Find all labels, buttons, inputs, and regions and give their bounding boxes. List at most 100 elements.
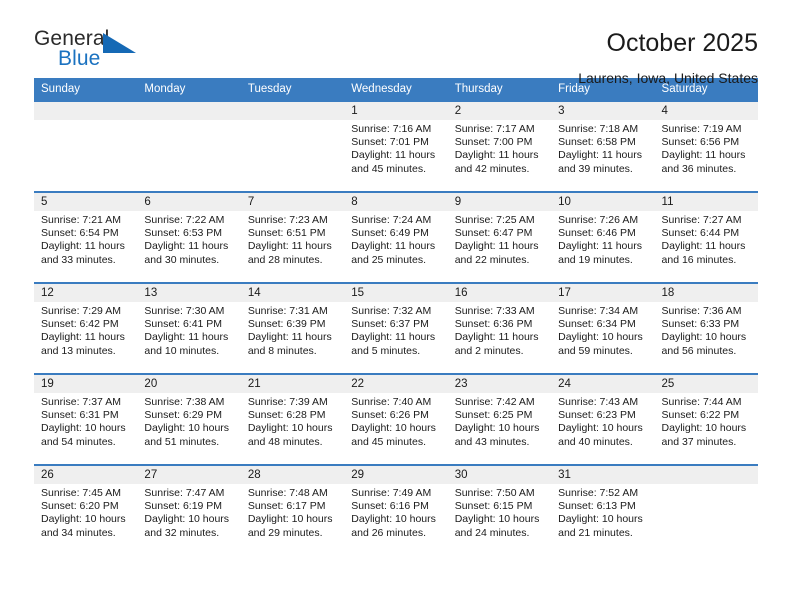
day-cell-inner: 4 Sunrise: 7:19 AM Sunset: 6:56 PM Daylight… (654, 102, 758, 191)
day-details: Sunrise: 7:21 AM Sunset: 6:54 PM Daylight:… (34, 211, 137, 267)
calendar-week-row: 19 Sunrise: 7:37 AM Sunset: 6:31 PM Dayligh… (34, 373, 758, 465)
calendar-day-cell[interactable]: 20 Sunrise: 7:38 AM Sunset: 6:29 PM Dayligh… (137, 373, 241, 465)
general-blue-logo[interactable]: General Blue (34, 28, 154, 74)
calendar-day-cell[interactable]: 18 Sunrise: 7:36 AM Sunset: 6:33 PM Dayligh… (654, 282, 758, 374)
daylight-duration-line2: and 51 minutes. (144, 435, 220, 448)
calendar-page: General Blue October 2025 Laurens, Iowa,… (0, 0, 792, 612)
sunset-time: Sunset: 6:15 PM (454, 500, 533, 513)
calendar-day-cell[interactable]: 7 Sunrise: 7:23 AM Sunset: 6:51 PM Daylight… (240, 191, 345, 283)
calendar-day-cell[interactable]: 25 Sunrise: 7:44 AM Sunset: 6:22 PM Dayligh… (654, 373, 758, 465)
day-number: 3 (551, 102, 655, 120)
calendar-day-cell[interactable]: 13 Sunrise: 7:30 AM Sunset: 6:41 PM Dayligh… (137, 282, 241, 374)
daylight-duration-line1: Daylight: 11 hours (41, 240, 125, 253)
calendar-day-cell[interactable]: 12 Sunrise: 7:29 AM Sunset: 6:42 PM Dayligh… (34, 282, 138, 374)
day-number: 23 (447, 375, 552, 393)
day-cell-inner: 24 Sunrise: 7:43 AM Sunset: 6:23 PM Dayligh… (551, 375, 655, 464)
calendar-day-cell[interactable]: 27 Sunrise: 7:47 AM Sunset: 6:19 PM Dayligh… (137, 464, 241, 555)
sunrise-time: Sunrise: 7:33 AM (454, 305, 535, 317)
calendar-day-cell[interactable]: 11 Sunrise: 7:27 AM Sunset: 6:44 PM Dayligh… (654, 191, 758, 283)
sunrise-time: Sunrise: 7:42 AM (454, 396, 535, 408)
sunset-time: Sunset: 6:37 PM (351, 318, 429, 331)
calendar-day-cell[interactable]: 10 Sunrise: 7:26 AM Sunset: 6:46 PM Dayligh… (551, 191, 655, 283)
daylight-duration-line2: and 40 minutes. (558, 435, 633, 448)
calendar-day-cell[interactable]: 30 Sunrise: 7:50 AM Sunset: 6:15 PM Dayligh… (447, 464, 552, 555)
daylight-duration-line1: Daylight: 11 hours (351, 240, 436, 253)
sunrise-time: Sunrise: 7:17 AM (454, 123, 535, 135)
calendar-day-cell[interactable]: 5 Sunrise: 7:21 AM Sunset: 6:54 PM Daylight… (34, 191, 138, 283)
day-cell-inner: 6 Sunrise: 7:22 AM Sunset: 6:53 PM Daylight… (137, 193, 241, 282)
day-cell-inner: 29 Sunrise: 7:49 AM Sunset: 6:16 PM Dayligh… (344, 466, 448, 555)
daylight-duration-line1: Daylight: 10 hours (144, 513, 230, 526)
sunrise-time: Sunrise: 7:37 AM (41, 396, 121, 408)
calendar-day-cell[interactable]: 28 Sunrise: 7:48 AM Sunset: 6:17 PM Dayligh… (240, 464, 345, 555)
day-number (137, 102, 241, 120)
calendar-day-cell[interactable]: 24 Sunrise: 7:43 AM Sunset: 6:23 PM Dayligh… (551, 373, 655, 465)
day-cell-inner: 22 Sunrise: 7:40 AM Sunset: 6:26 PM Dayligh… (344, 375, 448, 464)
calendar-day-cell[interactable]: 17 Sunrise: 7:34 AM Sunset: 6:34 PM Dayligh… (551, 282, 655, 374)
day-number: 30 (447, 466, 552, 484)
calendar-day-cell[interactable]: 19 Sunrise: 7:37 AM Sunset: 6:31 PM Dayligh… (34, 373, 138, 465)
daylight-duration-line2: and 33 minutes. (41, 253, 116, 266)
calendar-day-cell[interactable]: 8 Sunrise: 7:24 AM Sunset: 6:49 PM Daylight… (344, 191, 448, 283)
calendar-day-cell[interactable]: 21 Sunrise: 7:39 AM Sunset: 6:28 PM Dayligh… (240, 373, 345, 465)
daylight-duration-line1: Daylight: 11 hours (351, 331, 436, 344)
daylight-duration-line2: and 2 minutes. (454, 344, 524, 357)
calendar-day-cell-empty (240, 100, 345, 192)
day-number: 17 (551, 284, 655, 302)
calendar-day-cell[interactable]: 31 Sunrise: 7:52 AM Sunset: 6:13 PM Dayligh… (551, 464, 655, 555)
daylight-duration-line1: Daylight: 10 hours (41, 422, 126, 435)
calendar-day-cell[interactable]: 1 Sunrise: 7:16 AM Sunset: 7:01 PM Daylight… (344, 100, 448, 192)
daylight-duration-line1: Daylight: 10 hours (144, 422, 230, 435)
day-details (241, 120, 344, 123)
calendar-day-cell-empty (654, 464, 758, 555)
sunrise-time: Sunrise: 7:22 AM (144, 214, 225, 226)
sunrise-time: Sunrise: 7:25 AM (454, 214, 535, 226)
sunset-time: Sunset: 6:36 PM (454, 318, 533, 331)
calendar-day-cell[interactable]: 16 Sunrise: 7:33 AM Sunset: 6:36 PM Dayligh… (447, 282, 552, 374)
daylight-duration-line1: Daylight: 11 hours (247, 331, 332, 344)
day-cell-inner: 26 Sunrise: 7:45 AM Sunset: 6:20 PM Dayligh… (34, 466, 138, 555)
daylight-duration-line2: and 59 minutes. (558, 344, 633, 357)
calendar-week-row: 26 Sunrise: 7:45 AM Sunset: 6:20 PM Dayligh… (34, 464, 758, 555)
daylight-duration-line2: and 48 minutes. (247, 435, 323, 448)
daylight-duration-line2: and 13 minutes. (41, 344, 116, 357)
day-number: 26 (34, 466, 138, 484)
day-details: Sunrise: 7:29 AM Sunset: 6:42 PM Daylight:… (34, 302, 137, 358)
calendar-day-cell[interactable]: 9 Sunrise: 7:25 AM Sunset: 6:47 PM Daylight… (447, 191, 552, 283)
sunrise-time: Sunrise: 7:32 AM (351, 305, 432, 317)
day-cell-inner: 10 Sunrise: 7:26 AM Sunset: 6:46 PM Dayligh… (551, 193, 655, 282)
day-number: 16 (447, 284, 552, 302)
sunrise-time: Sunrise: 7:40 AM (351, 396, 432, 408)
calendar-body: 1 Sunrise: 7:16 AM Sunset: 7:01 PM Daylight… (34, 100, 758, 555)
calendar-day-cell[interactable]: 26 Sunrise: 7:45 AM Sunset: 6:20 PM Dayligh… (34, 464, 138, 555)
sunrise-time: Sunrise: 7:52 AM (558, 487, 639, 499)
calendar-day-cell[interactable]: 3 Sunrise: 7:18 AM Sunset: 6:58 PM Daylight… (551, 100, 655, 192)
day-details: Sunrise: 7:26 AM Sunset: 6:46 PM Daylight:… (551, 211, 654, 267)
day-cell-inner: 17 Sunrise: 7:34 AM Sunset: 6:34 PM Dayligh… (551, 284, 655, 373)
calendar-day-cell-empty (137, 100, 241, 192)
calendar-day-cell[interactable]: 4 Sunrise: 7:19 AM Sunset: 6:56 PM Daylight… (654, 100, 758, 192)
sunrise-sunset-calendar: Sunday Monday Tuesday Wednesday Thursday… (34, 78, 758, 555)
weekday-header-wednesday: Wednesday (344, 78, 448, 101)
calendar-day-cell[interactable]: 15 Sunrise: 7:32 AM Sunset: 6:37 PM Dayligh… (344, 282, 448, 374)
calendar-day-cell[interactable]: 2 Sunrise: 7:17 AM Sunset: 7:00 PM Daylight… (447, 100, 552, 192)
day-details: Sunrise: 7:40 AM Sunset: 6:26 PM Daylight:… (344, 393, 447, 449)
sunset-time: Sunset: 6:41 PM (144, 318, 223, 331)
calendar-day-cell[interactable]: 6 Sunrise: 7:22 AM Sunset: 6:53 PM Daylight… (137, 191, 241, 283)
weekday-header-thursday: Thursday (447, 78, 552, 101)
calendar-day-cell[interactable]: 22 Sunrise: 7:40 AM Sunset: 6:26 PM Dayligh… (344, 373, 448, 465)
calendar-day-cell[interactable]: 29 Sunrise: 7:49 AM Sunset: 6:16 PM Dayligh… (344, 464, 448, 555)
day-cell-inner: 3 Sunrise: 7:18 AM Sunset: 6:58 PM Daylight… (551, 102, 655, 191)
sunset-time: Sunset: 6:16 PM (351, 500, 429, 513)
calendar-day-cell[interactable]: 14 Sunrise: 7:31 AM Sunset: 6:39 PM Dayligh… (240, 282, 345, 374)
calendar-day-cell[interactable]: 23 Sunrise: 7:42 AM Sunset: 6:25 PM Dayligh… (447, 373, 552, 465)
day-details: Sunrise: 7:33 AM Sunset: 6:36 PM Daylight:… (448, 302, 551, 358)
day-number: 21 (240, 375, 345, 393)
day-number: 9 (447, 193, 552, 211)
day-details (655, 484, 758, 487)
daylight-duration-line2: and 32 minutes. (144, 526, 220, 539)
day-details: Sunrise: 7:25 AM Sunset: 6:47 PM Daylight:… (448, 211, 551, 267)
sunset-time: Sunset: 6:28 PM (247, 409, 326, 422)
sunrise-time: Sunrise: 7:31 AM (247, 305, 328, 317)
daylight-duration-line1: Daylight: 10 hours (661, 422, 747, 435)
